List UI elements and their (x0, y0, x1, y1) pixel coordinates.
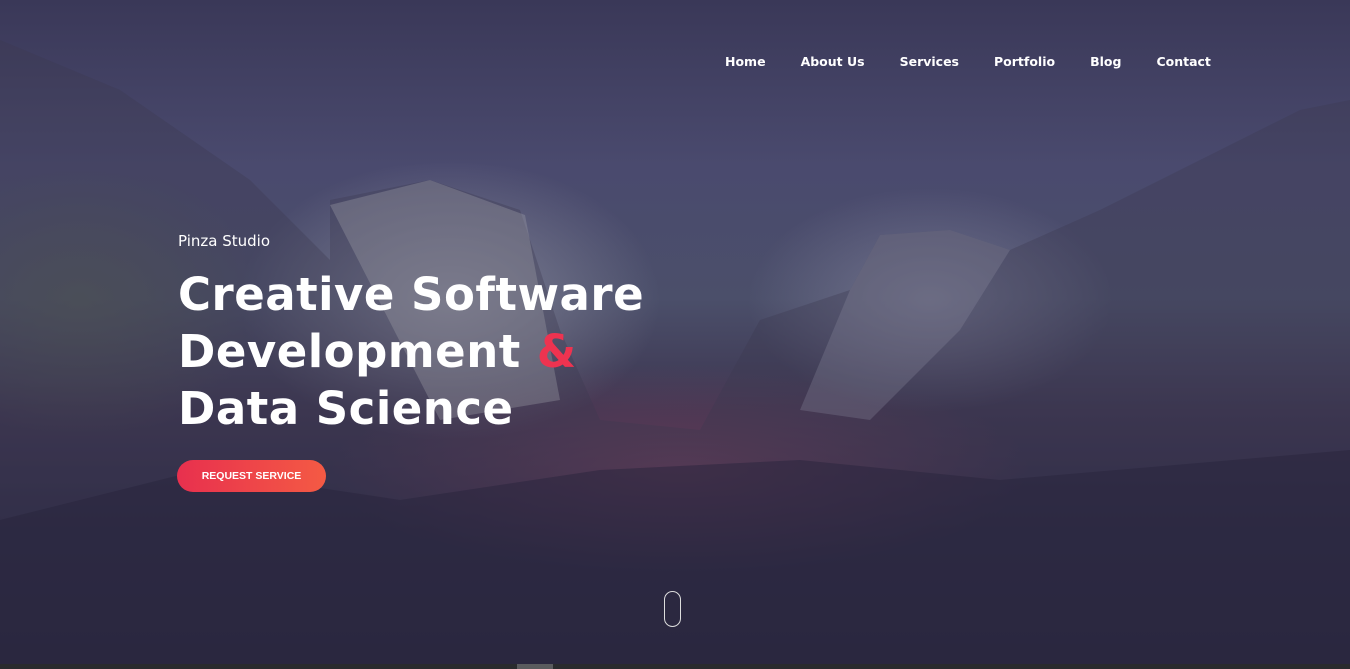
horizontal-scrollbar[interactable] (0, 664, 1350, 669)
main-nav: Home About Us Services Portfolio Blog Co… (725, 54, 1246, 69)
hero-section: Home About Us Services Portfolio Blog Co… (0, 0, 1350, 664)
nav-portfolio[interactable]: Portfolio (994, 54, 1055, 69)
mouse-scroll-icon[interactable] (664, 591, 681, 627)
nav-about-us[interactable]: About Us (801, 54, 865, 69)
title-part-2: Data Science (178, 382, 514, 435)
nav-contact[interactable]: Contact (1156, 54, 1210, 69)
hero-tagline: Pinza Studio (178, 232, 270, 250)
hero-title: Creative Software Development & Data Sci… (178, 266, 698, 437)
request-service-button[interactable]: REQUEST SERVICE (177, 460, 326, 492)
nav-services[interactable]: Services (900, 54, 959, 69)
nav-blog[interactable]: Blog (1090, 54, 1121, 69)
nav-home[interactable]: Home (725, 54, 766, 69)
scrollbar-thumb[interactable] (517, 664, 553, 669)
title-ampersand: & (536, 325, 577, 378)
